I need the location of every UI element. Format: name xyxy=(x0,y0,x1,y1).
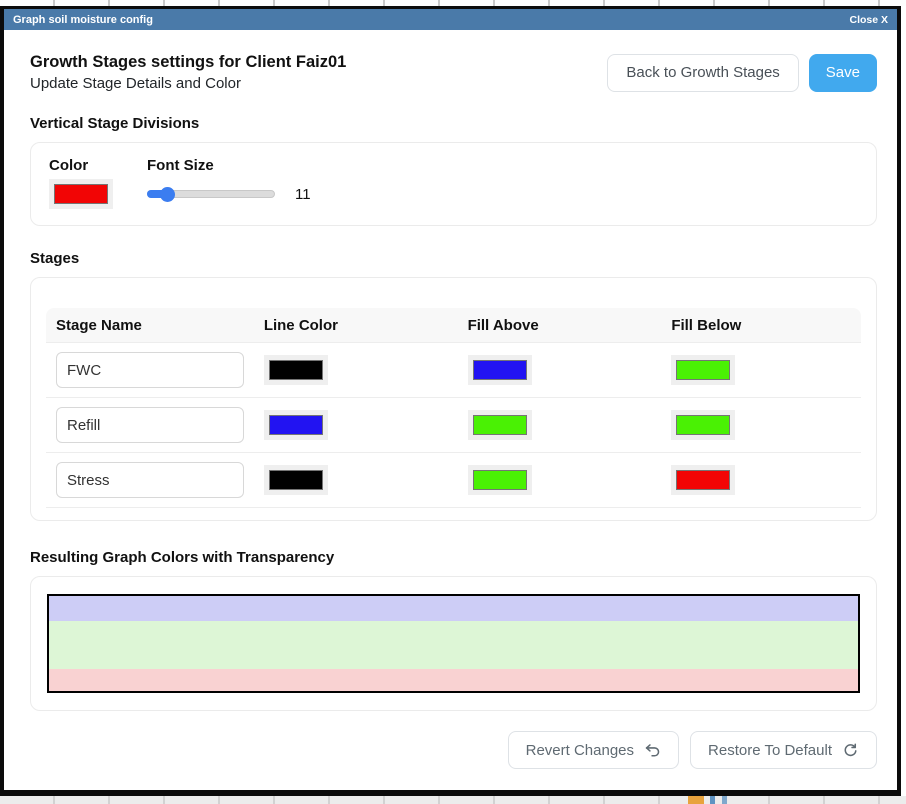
color-label: Color xyxy=(49,157,113,174)
line-color-swatch xyxy=(269,470,323,490)
refresh-icon xyxy=(842,742,859,759)
fill-below-picker[interactable] xyxy=(671,355,735,385)
revert-changes-button[interactable]: Revert Changes xyxy=(508,731,679,769)
line-color-picker[interactable] xyxy=(264,410,328,440)
stages-card: Stage Name Line Color Fill Above Fill Be… xyxy=(30,277,877,521)
stages-table-header: Stage Name Line Color Fill Above Fill Be… xyxy=(46,308,861,343)
header-actions: Back to Growth Stages Save xyxy=(607,54,877,92)
slider-thumb[interactable] xyxy=(160,187,175,202)
dialog-titlebar: Graph soil moisture config Close X xyxy=(4,9,897,30)
stage-name-input[interactable] xyxy=(56,407,244,443)
dialog-header: Growth Stages settings for Client Faiz01… xyxy=(30,53,877,92)
preview-heading: Resulting Graph Colors with Transparency xyxy=(30,549,877,566)
fill-above-picker[interactable] xyxy=(468,355,532,385)
stage-name-input[interactable] xyxy=(56,462,244,498)
preview-band-below xyxy=(49,669,858,691)
fill-below-swatch xyxy=(676,415,730,435)
preview-card xyxy=(30,576,877,711)
fill-above-swatch xyxy=(473,360,527,380)
dialog-footer: Revert Changes Restore To Default xyxy=(30,731,877,769)
fill-above-swatch xyxy=(473,470,527,490)
revert-changes-label: Revert Changes xyxy=(526,742,634,759)
column-stage-name: Stage Name xyxy=(46,317,254,334)
stage-name-input[interactable] xyxy=(56,352,244,388)
back-to-growth-stages-button[interactable]: Back to Growth Stages xyxy=(607,54,798,92)
column-fill-below: Fill Below xyxy=(661,317,861,334)
fill-above-picker[interactable] xyxy=(468,465,532,495)
page-title: Growth Stages settings for Client Faiz01 xyxy=(30,53,346,72)
line-color-picker[interactable] xyxy=(264,355,328,385)
vertical-stage-divisions-card: Color Font Size 11 xyxy=(30,142,877,226)
fill-below-picker[interactable] xyxy=(671,410,735,440)
preview-band-middle xyxy=(49,621,858,669)
fill-above-swatch xyxy=(473,415,527,435)
header-text: Growth Stages settings for Client Faiz01… xyxy=(30,53,346,92)
line-color-swatch xyxy=(269,360,323,380)
font-size-control: 11 xyxy=(147,179,311,209)
transparency-preview xyxy=(47,594,860,693)
line-color-picker[interactable] xyxy=(264,465,328,495)
table-row-stress xyxy=(46,453,861,508)
save-button[interactable]: Save xyxy=(809,54,877,92)
table-row-refill xyxy=(46,398,861,453)
background-page-bottom-edge xyxy=(0,796,906,804)
column-fill-above: Fill Above xyxy=(458,317,662,334)
fill-above-picker[interactable] xyxy=(468,410,532,440)
fill-below-picker[interactable] xyxy=(671,465,735,495)
preview-band-above xyxy=(49,596,858,621)
font-size-value: 11 xyxy=(295,186,311,203)
font-size-label: Font Size xyxy=(147,157,311,174)
soil-moisture-config-dialog: Graph soil moisture config Close X Growt… xyxy=(0,6,901,796)
restore-to-default-button[interactable]: Restore To Default xyxy=(690,731,877,769)
restore-default-label: Restore To Default xyxy=(708,742,832,759)
undo-icon xyxy=(644,742,661,759)
close-button[interactable]: Close X xyxy=(849,14,888,26)
division-color-picker[interactable] xyxy=(49,179,113,209)
background-artifact xyxy=(688,796,704,804)
column-line-color: Line Color xyxy=(254,317,458,334)
font-size-slider[interactable] xyxy=(147,190,275,198)
division-color-swatch xyxy=(54,184,108,204)
stages-heading: Stages xyxy=(30,250,877,267)
background-artifact xyxy=(722,796,727,804)
table-row-fwc xyxy=(46,343,861,398)
line-color-swatch xyxy=(269,415,323,435)
background-artifact xyxy=(710,796,715,804)
fill-below-swatch xyxy=(676,360,730,380)
fill-below-swatch xyxy=(676,470,730,490)
dialog-title: Graph soil moisture config xyxy=(13,14,153,26)
page-subtitle: Update Stage Details and Color xyxy=(30,75,346,92)
vertical-stage-divisions-heading: Vertical Stage Divisions xyxy=(30,115,877,132)
division-color-field: Color xyxy=(49,157,113,211)
font-size-field: Font Size 11 xyxy=(147,157,311,211)
screen: Graph soil moisture config Close X Growt… xyxy=(0,0,906,804)
dialog-content: Growth Stages settings for Client Faiz01… xyxy=(4,53,897,769)
